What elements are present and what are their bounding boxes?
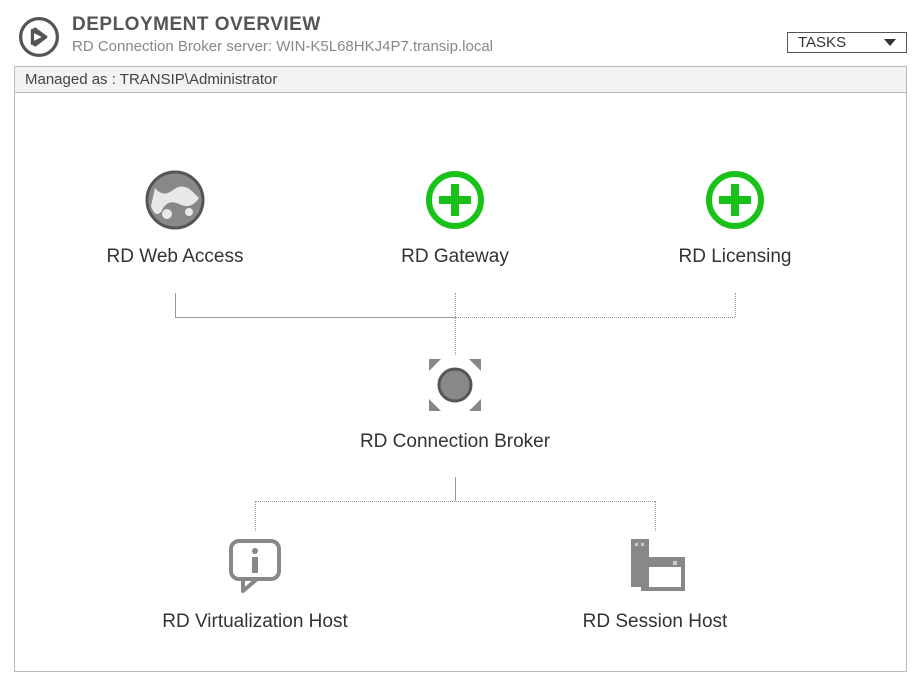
rd-gateway-label: RD Gateway — [345, 246, 565, 268]
connector — [735, 293, 736, 317]
connector — [255, 501, 655, 502]
rd-virtualization-host-node[interactable]: RD Virtualization Host — [145, 533, 365, 633]
connector — [455, 477, 456, 501]
rd-gateway-node[interactable]: RD Gateway — [345, 168, 565, 268]
tasks-label: TASKS — [798, 34, 846, 51]
add-licensing-icon — [703, 168, 767, 232]
connector — [455, 293, 456, 355]
rd-session-host-label: RD Session Host — [545, 611, 765, 633]
session-host-icon — [623, 533, 687, 597]
tasks-dropdown[interactable]: TASKS — [787, 32, 907, 53]
connector — [455, 317, 735, 318]
rd-web-access-node[interactable]: RD Web Access — [65, 168, 285, 268]
connection-broker-icon — [423, 353, 487, 417]
connector — [655, 501, 656, 531]
rd-web-access-label: RD Web Access — [65, 246, 285, 268]
chevron-down-icon — [884, 39, 896, 46]
info-bubble-icon — [223, 533, 287, 597]
panel-header: DEPLOYMENT OVERVIEW RD Connection Broker… — [0, 0, 921, 66]
add-gateway-icon — [423, 168, 487, 232]
rd-virtualization-host-label: RD Virtualization Host — [145, 611, 365, 633]
managed-as-bar: Managed as : TRANSIP\Administrator — [14, 66, 907, 92]
rd-licensing-label: RD Licensing — [625, 246, 845, 268]
rd-connection-broker-node[interactable]: RD Connection Broker — [345, 353, 565, 453]
connector — [255, 501, 256, 531]
rd-licensing-node[interactable]: RD Licensing — [625, 168, 845, 268]
rd-session-host-node[interactable]: RD Session Host — [545, 533, 765, 633]
deployment-diagram: RD Web Access RD Gateway RD Licensing RD… — [14, 92, 907, 672]
panel-subtitle: RD Connection Broker server: WIN-K5L68HK… — [72, 38, 907, 55]
rd-connection-broker-label: RD Connection Broker — [345, 431, 565, 453]
connector — [175, 293, 176, 317]
remote-desktop-icon — [18, 16, 60, 58]
connector — [175, 317, 455, 318]
globe-icon — [143, 168, 207, 232]
panel-title: DEPLOYMENT OVERVIEW — [72, 14, 907, 36]
